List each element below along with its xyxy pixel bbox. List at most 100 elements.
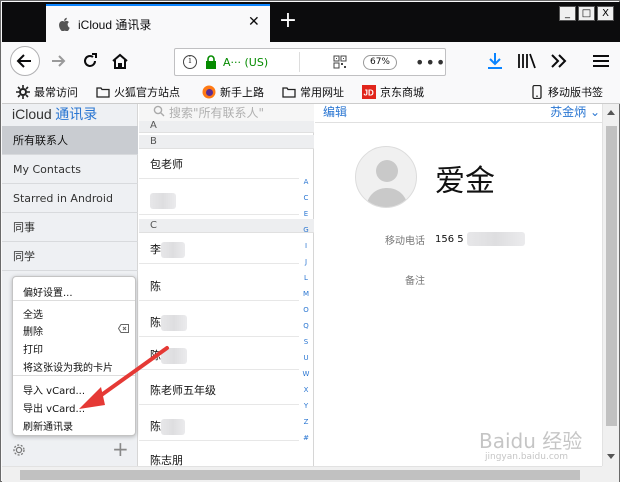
blurred-phone [466,232,525,246]
maximize-button[interactable]: □ [578,6,595,21]
vertical-scrollbar[interactable] [602,104,619,466]
contact-row[interactable]: 陈 [139,308,299,337]
index-letter[interactable]: I [300,238,312,254]
scrollbar-thumb[interactable] [20,470,580,480]
blurred-name [161,242,185,258]
bookmark-firefox-site[interactable]: 火狐官方站点 [96,84,180,100]
back-button[interactable] [10,46,40,76]
settings-gear-icon[interactable] [12,443,26,457]
index-letter[interactable]: A [300,174,312,190]
bookmark-jd[interactable]: JD 京东商城 [362,84,424,100]
index-letter[interactable]: C [300,190,312,206]
avatar[interactable] [355,146,417,208]
bookmark-most-visited[interactable]: 最常访问 [16,84,78,100]
scroll-up-arrow-icon[interactable] [607,110,615,115]
zoom-level[interactable]: 67% [363,55,397,70]
index-letter[interactable]: G [300,222,312,238]
qr-code-icon[interactable] [333,55,347,69]
apple-icon [59,17,70,31]
bookmark-getting-started[interactable]: 新手上路 [202,84,264,100]
new-tab-button[interactable]: + [278,10,298,32]
menu-export-vcard[interactable]: 导出 vCard... [23,400,85,415]
scroll-down-arrow-icon[interactable] [607,454,615,459]
menu-import-vcard[interactable]: 导入 vCard... [23,382,85,397]
bookmark-label: 常用网址 [300,86,344,99]
horizontal-scrollbar[interactable] [2,466,602,482]
index-letter[interactable]: E [300,206,312,222]
reload-icon[interactable] [80,51,100,71]
close-tab-icon[interactable]: ✕ [248,15,260,29]
page-content: iCloud 通讯录 所有联系人 My Contacts Starred in … [2,104,602,466]
contact-row[interactable]: 陈 [139,272,299,301]
alphabet-index[interactable]: A C E G I J L M O Q S U W X Y Z # [300,174,312,446]
index-letter[interactable]: Z [300,414,312,430]
lock-icon[interactable] [205,55,217,69]
contact-row[interactable]: 李 [139,235,299,264]
search-icon [153,105,165,117]
user-name: 苏金炳 [550,105,587,119]
index-letter[interactable]: W [300,366,312,382]
contact-row[interactable]: 陈 [139,341,299,370]
menu-delete[interactable]: 删除 [23,323,43,338]
tab-title: iCloud 通讯录 [78,18,152,32]
menu-print[interactable]: 打印 [23,341,43,356]
index-letter[interactable]: # [300,430,312,446]
scrollbar-thumb[interactable] [606,126,617,426]
index-letter[interactable]: M [300,286,312,302]
index-letter[interactable]: J [300,254,312,270]
browser-tab[interactable]: iCloud 通讯录 ✕ [46,4,270,42]
index-letter[interactable]: L [300,270,312,286]
phone-value[interactable]: 156 5 [435,232,525,246]
overflow-chevron-icon[interactable] [548,51,570,71]
contact-row[interactable]: 陈志朋 [139,446,299,466]
home-icon[interactable] [110,51,130,71]
blurred-name [161,315,187,331]
menu-separator [13,375,135,376]
page-actions-icon[interactable]: ••• [415,53,446,72]
library-icon[interactable] [516,51,538,71]
index-letter[interactable]: X [300,382,312,398]
minimize-button[interactable]: _ [559,6,576,21]
menu-separator [13,300,135,301]
url-bar[interactable]: i A··· (US) 67% ••• [174,48,446,76]
index-letter[interactable]: Y [300,398,312,414]
hamburger-menu-icon[interactable] [590,51,612,71]
edit-button[interactable]: 编辑 [323,104,347,120]
note-label: 备注 [405,276,425,287]
bookmark-mobile[interactable]: 移动版书签 [530,84,603,100]
index-letter[interactable]: S [300,334,312,350]
group-my-contacts[interactable]: My Contacts [2,155,138,184]
index-letter[interactable]: Q [300,318,312,334]
search-bar[interactable]: 搜索"所有联系人" [139,104,314,121]
menu-refresh[interactable]: 刷新通讯录 [23,418,73,433]
group-all-contacts[interactable]: 所有联系人 [2,126,138,155]
user-menu[interactable]: 苏金炳 ⌄ [550,104,600,120]
contact-name: 陈志朋 [150,454,183,466]
menu-set-my-card[interactable]: 将这张设为我的卡片 [23,359,113,374]
tab-strip: iCloud 通讯录 ✕ + _ □ X [2,2,620,42]
contact-row[interactable]: 包老师 [139,150,299,179]
bookmark-label: 移动版书签 [548,86,603,99]
header-divider [315,122,602,123]
group-starred-android[interactable]: Starred in Android [2,184,138,213]
menu-select-all[interactable]: 全选 [23,306,43,321]
bookmark-common-sites[interactable]: 常用网址 [282,84,344,100]
info-icon[interactable]: i [183,55,197,69]
close-window-button[interactable]: X [597,6,614,21]
index-letter[interactable]: O [300,302,312,318]
sidebar-footer: + [2,434,138,466]
forward-icon[interactable] [48,51,68,71]
contact-name: 陈 [150,280,161,293]
menu-preferences[interactable]: 偏好设置... [23,284,73,299]
index-letter[interactable]: U [300,350,312,366]
arrow-left-icon [16,54,31,68]
contact-row[interactable]: 陈老师五年级 [139,376,299,405]
group-colleagues[interactable]: 同事 [2,213,138,242]
download-icon[interactable] [484,51,506,71]
group-classmates[interactable]: 同学 [2,242,138,271]
contact-row[interactable]: 陈 [139,412,299,441]
blurred-name [161,419,185,435]
contact-row[interactable] [139,186,299,215]
add-contact-icon[interactable]: + [112,437,129,461]
contact-name: 陈老师五年级 [150,384,216,397]
